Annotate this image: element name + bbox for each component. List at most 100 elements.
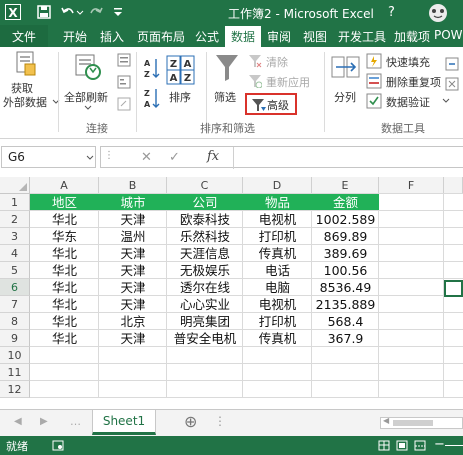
table-cell[interactable]: 无极娱乐	[167, 262, 243, 279]
row-header-6[interactable]: 6	[0, 279, 30, 296]
consolidate-icon[interactable]	[445, 57, 459, 71]
tab-insert[interactable]: 插入	[100, 28, 124, 45]
header-cell[interactable]: 地区	[30, 194, 99, 211]
redo-icon[interactable]	[88, 4, 104, 20]
table-cell[interactable]: 华北	[30, 279, 99, 296]
tab-page-layout[interactable]: 页面布局	[137, 28, 185, 45]
column-header-f[interactable]: F	[379, 177, 444, 194]
data-validation-button[interactable]: 数据验证	[366, 93, 456, 109]
normal-view-icon[interactable]	[378, 440, 390, 451]
more-sheets-icon[interactable]: …	[70, 415, 81, 428]
tab-developer[interactable]: 开发工具	[338, 28, 386, 45]
scroll-first-sheet-icon[interactable]: ◀	[14, 416, 22, 427]
column-header-b[interactable]: B	[99, 177, 167, 194]
sheet-tab-sheet1[interactable]: Sheet1	[92, 410, 156, 435]
horizontal-scroll-thumb[interactable]	[393, 420, 433, 426]
select-all-button[interactable]	[0, 177, 30, 194]
tab-home[interactable]: 开始	[63, 28, 87, 45]
row-header-10[interactable]: 10	[0, 347, 30, 364]
table-cell[interactable]: 天津	[99, 330, 167, 347]
header-cell[interactable]: 金额	[312, 194, 379, 211]
active-cell-g6[interactable]	[444, 280, 463, 297]
row-header-12[interactable]: 12	[0, 381, 30, 398]
tab-view[interactable]: 视图	[303, 28, 327, 45]
tab-data[interactable]: 数据	[225, 26, 262, 47]
table-cell[interactable]: 天津	[99, 211, 167, 228]
row-header-1[interactable]: 1	[0, 194, 30, 211]
column-header-d[interactable]: D	[243, 177, 312, 194]
get-external-data-button[interactable]: 获取 外部数据	[3, 49, 60, 117]
table-cell[interactable]: 欧泰科技	[167, 211, 243, 228]
table-cell[interactable]: 568.4	[312, 313, 379, 330]
zoom-out-button[interactable]: −	[434, 437, 445, 452]
flash-fill-button[interactable]: 快速填充	[366, 53, 446, 69]
help-button[interactable]: ?	[388, 5, 395, 20]
table-cell[interactable]: 天津	[99, 279, 167, 296]
undo-dropdown-icon[interactable]	[76, 9, 84, 17]
table-cell[interactable]: 天津	[99, 296, 167, 313]
excel-logo-icon[interactable]: X	[4, 3, 22, 21]
tab-file[interactable]: 文件	[0, 25, 48, 47]
scroll-split-handle-icon[interactable]: ⋮	[214, 414, 226, 428]
table-cell[interactable]: 打印机	[243, 313, 312, 330]
row-header-9[interactable]: 9	[0, 330, 30, 347]
header-cell[interactable]: 城市	[99, 194, 167, 211]
table-cell[interactable]: 华北	[30, 245, 99, 262]
table-cell[interactable]: 普安全电机	[167, 330, 243, 347]
properties-icon[interactable]	[117, 75, 131, 89]
column-header-a[interactable]: A	[30, 177, 99, 194]
table-cell[interactable]: 传真机	[243, 245, 312, 262]
table-cell[interactable]: 北京	[99, 313, 167, 330]
reapply-filter-button[interactable]: 重新应用	[248, 73, 320, 89]
refresh-all-button[interactable]: 全部刷新	[62, 49, 114, 117]
table-cell[interactable]: 明亮集团	[167, 313, 243, 330]
table-cell[interactable]: 天津	[99, 262, 167, 279]
table-cell[interactable]: 传真机	[243, 330, 312, 347]
sort-descending-icon[interactable]: Z A	[143, 87, 161, 109]
table-cell[interactable]: 100.56	[312, 262, 379, 279]
clear-filter-button[interactable]: 清除	[248, 53, 300, 69]
add-sheet-button[interactable]: ⊕	[184, 412, 197, 431]
cancel-entry-button[interactable]: ✕	[141, 150, 152, 165]
confirm-entry-button[interactable]: ✓	[169, 150, 180, 165]
customize-quick-access-icon[interactable]	[111, 4, 125, 20]
table-cell[interactable]: 打印机	[243, 228, 312, 245]
table-cell[interactable]: 2135.889	[312, 296, 379, 313]
row-header-3[interactable]: 3	[0, 228, 30, 245]
horizontal-scrollbar[interactable]: ◀	[380, 416, 463, 429]
text-to-columns-button[interactable]: 分列	[327, 51, 365, 115]
table-cell[interactable]: 华北	[30, 296, 99, 313]
advanced-filter-button[interactable]: 高级	[245, 93, 297, 115]
table-cell[interactable]: 869.89	[312, 228, 379, 245]
column-header-partial[interactable]	[444, 177, 463, 194]
column-header-c[interactable]: C	[167, 177, 243, 194]
table-cell[interactable]: 华北	[30, 262, 99, 279]
table-cell[interactable]: 华北	[30, 211, 99, 228]
row-header-7[interactable]: 7	[0, 296, 30, 313]
what-if-icon[interactable]	[445, 77, 459, 91]
macro-record-icon[interactable]	[52, 440, 64, 451]
save-icon[interactable]	[36, 4, 52, 20]
table-cell[interactable]: 华东	[30, 228, 99, 245]
table-cell[interactable]: 电视机	[243, 296, 312, 313]
table-cell[interactable]: 1002.589	[312, 211, 379, 228]
table-cell[interactable]: 心心实业	[167, 296, 243, 313]
table-cell[interactable]: 8536.49	[312, 279, 379, 296]
tab-review[interactable]: 审阅	[267, 28, 291, 45]
table-cell[interactable]: 乐然科技	[167, 228, 243, 245]
table-cell[interactable]: 天涯信息	[167, 245, 243, 262]
tab-formulas[interactable]: 公式	[195, 28, 219, 45]
header-cell[interactable]: 公司	[167, 194, 243, 211]
scroll-last-sheet-icon[interactable]: ▶	[40, 416, 48, 427]
column-header-e[interactable]: E	[312, 177, 379, 194]
insert-function-button[interactable]: fx	[207, 149, 219, 164]
row-header-8[interactable]: 8	[0, 313, 30, 330]
table-cell[interactable]: 电话	[243, 262, 312, 279]
row-header-11[interactable]: 11	[0, 364, 30, 381]
filter-button[interactable]: 筛选	[208, 51, 246, 115]
page-layout-view-icon[interactable]	[396, 440, 408, 451]
table-cell[interactable]: 389.69	[312, 245, 379, 262]
table-cell[interactable]: 367.9	[312, 330, 379, 347]
table-cell[interactable]: 华北	[30, 313, 99, 330]
table-cell[interactable]: 透尔在线	[167, 279, 243, 296]
